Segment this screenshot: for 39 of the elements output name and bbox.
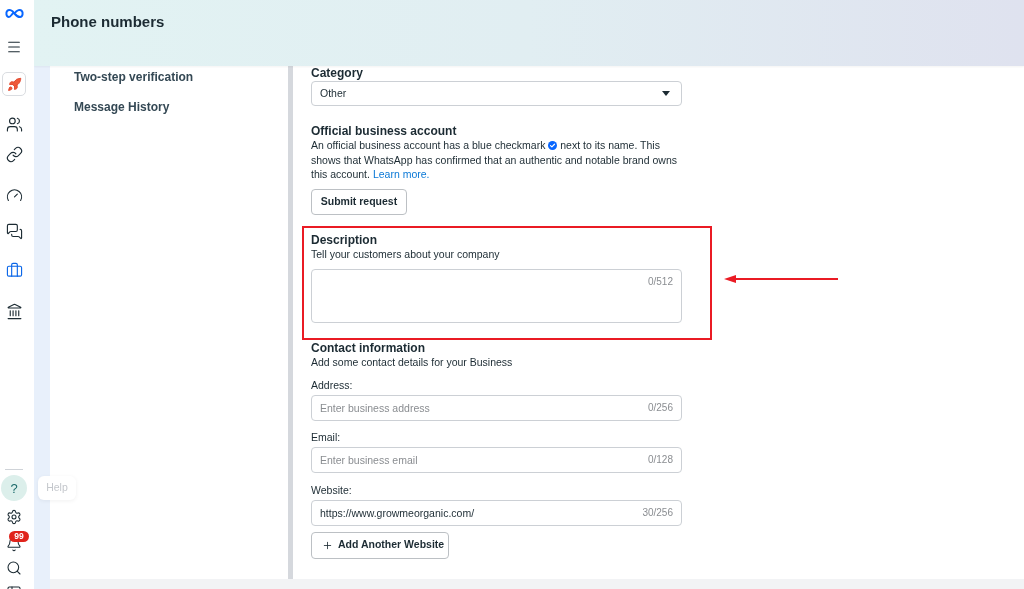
help-button[interactable]: ?: [1, 475, 27, 501]
official-account-description: An official business account has a blue checkmark next to its name. This shows that WhatsApp has confirmed that an authentic and notable brand owns this account. Learn more.: [311, 138, 678, 182]
search-icon[interactable]: [6, 560, 22, 576]
chat-bubbles-icon[interactable]: [5, 223, 23, 240]
character-counter: 0/512: [647, 275, 673, 288]
character-counter: 30/256: [642, 506, 673, 519]
people-icon[interactable]: [5, 116, 23, 133]
description-field[interactable]: [311, 268, 682, 323]
menu-icon[interactable]: [6, 39, 22, 55]
caret-down-icon: [662, 91, 670, 96]
character-counter: 0/256: [647, 401, 673, 414]
briefcase-icon[interactable]: [5, 262, 23, 279]
infinity-logo-icon[interactable]: [3, 8, 25, 19]
check-badge-icon: [548, 141, 558, 150]
section-title: Official business account: [311, 124, 457, 138]
side-menu-item[interactable]: Two-step verification: [66, 66, 202, 88]
submit-request-button[interactable]: Submit request: [311, 188, 407, 215]
rocket-icon[interactable]: [2, 72, 26, 96]
add-website-button[interactable]: Add Another Website: [311, 531, 449, 559]
section-hint: Add some contact details for your Business: [311, 354, 513, 369]
field-label: Address:: [311, 377, 353, 392]
learn-more-link[interactable]: Learn more.: [372, 168, 430, 180]
page-title: Phone numbers: [51, 13, 165, 31]
section-hint: Tell your customers about your company: [311, 247, 500, 261]
section-title: Contact information: [311, 340, 425, 355]
settings-icon[interactable]: [6, 509, 22, 525]
bank-icon[interactable]: [5, 303, 23, 320]
section-title: Description: [311, 232, 377, 247]
field-label: Email:: [311, 429, 341, 444]
plus-icon: [322, 539, 333, 551]
notification-badge: 99: [9, 531, 29, 542]
help-tooltip: Help: [38, 476, 76, 500]
category-select[interactable]: Other: [311, 81, 682, 106]
link-icon[interactable]: [5, 146, 23, 163]
category-label: Category: [311, 66, 363, 80]
field-label: Website:: [311, 482, 352, 497]
gauge-icon[interactable]: [5, 187, 23, 204]
character-counter: 0/128: [647, 453, 673, 466]
side-menu-item[interactable]: Message History: [66, 96, 178, 118]
